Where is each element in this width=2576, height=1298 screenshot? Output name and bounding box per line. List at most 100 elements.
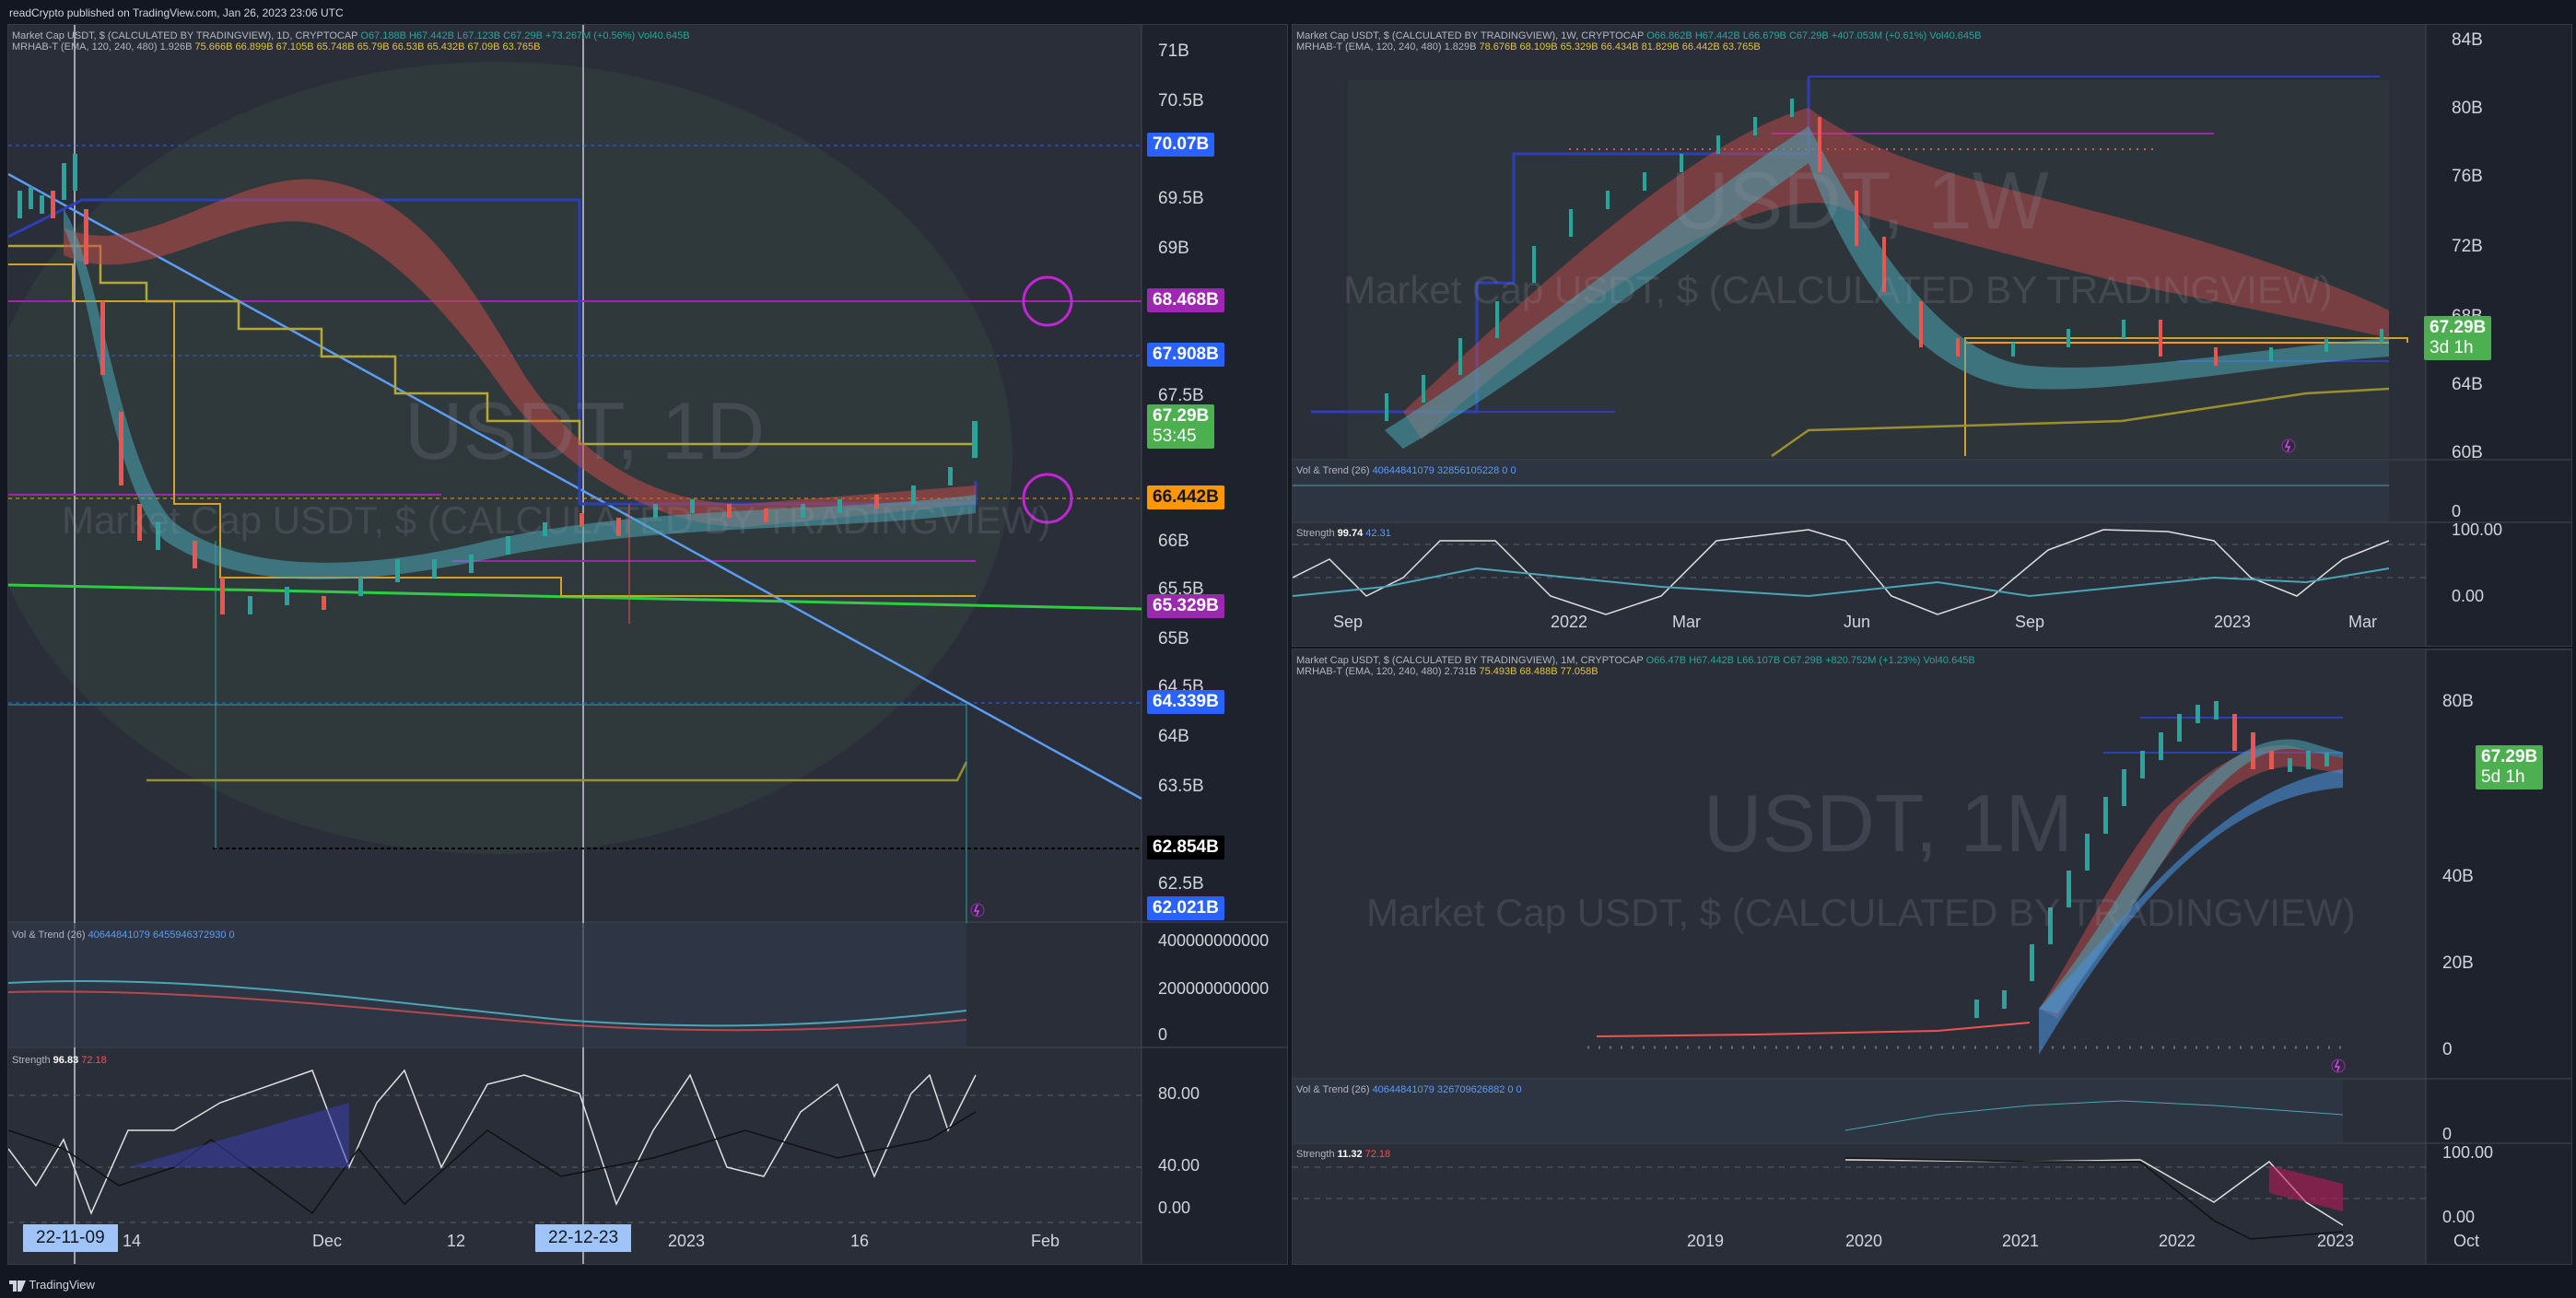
bar-countdown: 5d 1h xyxy=(2481,767,2525,787)
time-tick: 2022 xyxy=(1551,613,1588,631)
time-tick: 16 xyxy=(850,1232,870,1250)
last-price-tag: 67.29B 3d 1h xyxy=(2424,316,2492,360)
volume-tick: 0 xyxy=(2452,502,2462,520)
strength-value-2: 72.18 xyxy=(81,1055,107,1066)
strength-legend: Strength 99.74 42.31 xyxy=(1296,528,1391,539)
footer: TradingView xyxy=(0,1269,2576,1298)
strength-value: 11.32 xyxy=(1337,1149,1363,1160)
time-tick: Sep xyxy=(1333,613,1364,631)
legend-indicator: MRHAB-T (EMA, 120, 240, 480) 1.926B xyxy=(12,41,193,53)
legend-symbol: Market Cap USDT, $ (CALCULATED BY TRADIN… xyxy=(1296,30,1645,41)
time-tick: 2023 xyxy=(2317,1232,2355,1250)
price-tick: 64B xyxy=(2452,375,2483,394)
volume-title: Vol & Trend (26) xyxy=(12,930,86,941)
publish-header: readCrypto published on TradingView.com,… xyxy=(0,0,2576,24)
strength-tick: 0.00 xyxy=(1158,1199,1191,1217)
price-tag: 68.468B xyxy=(1147,288,1224,312)
last-price: 67.29B xyxy=(1153,406,1210,426)
strength-value-2: 72.18 xyxy=(1364,1149,1391,1160)
price-tick: 63.5B xyxy=(1158,777,1204,796)
last-price-tag: 67.29B 53:45 xyxy=(1147,404,1215,449)
legend-symbol: Market Cap USDT, $ (CALCULATED BY TRADIN… xyxy=(1296,655,1644,666)
strength-title: Strength xyxy=(1296,1149,1335,1160)
price-tick: 62.5B xyxy=(1158,874,1204,894)
time-tick: Jun xyxy=(1844,613,1871,631)
legend-indicator-values: 78.676B 68.109B 65.329B 66.434B 81.829B … xyxy=(1479,41,1761,53)
bar-countdown: 3d 1h xyxy=(2430,338,2474,357)
legend-indicator: MRHAB-T (EMA, 120, 240, 480) 2.731B xyxy=(1296,666,1477,677)
cursor-date-1: 22-11-09 xyxy=(23,1224,118,1252)
strength-tick: 80.00 xyxy=(1158,1084,1200,1103)
tradingview-logo-icon[interactable]: TradingView xyxy=(9,1278,95,1292)
volume-tick: 0 xyxy=(2442,1125,2453,1143)
strength-tick: 100.00 xyxy=(2452,520,2503,539)
price-tick: 71B xyxy=(1158,41,1189,61)
price-tick: 80B xyxy=(2442,692,2474,711)
legend-indicator: MRHAB-T (EMA, 120, 240, 480) 1.829B xyxy=(1296,41,1477,53)
price-tick: 76B xyxy=(2452,167,2483,186)
price-tick: 66B xyxy=(1158,532,1189,551)
price-tick: 80B xyxy=(2452,99,2483,118)
strength-title: Strength xyxy=(12,1055,51,1066)
legend-ohlc: O67.188B H67.442B L67.123B C67.29B +73.2… xyxy=(360,30,690,41)
chart-panel-weekly[interactable]: Market Cap USDT, $ (CALCULATED BY TRADIN… xyxy=(1292,24,2572,647)
legend-indicator-values: 75.493B 68.488B 77.058B xyxy=(1479,666,1598,677)
time-tick: 2022 xyxy=(2159,1232,2196,1250)
weekly-chart-canvas[interactable] xyxy=(1293,25,2571,646)
volume-tick: 0 xyxy=(1158,1025,1168,1044)
price-tag: 66.442B xyxy=(1147,485,1224,509)
chart-panel-monthly[interactable]: Market Cap USDT, $ (CALCULATED BY TRADIN… xyxy=(1292,649,2572,1265)
volume-title: Vol & Trend (26) xyxy=(1296,1084,1370,1095)
price-tick: 69B xyxy=(1158,239,1189,258)
lightning-icon[interactable] xyxy=(2331,1058,2346,1073)
strength-value: 96.83 xyxy=(53,1055,79,1066)
time-tick: 2021 xyxy=(2002,1232,2040,1250)
strength-tick: 40.00 xyxy=(1158,1156,1200,1175)
time-tick: 14 xyxy=(123,1232,142,1250)
strength-value: 99.74 xyxy=(1337,528,1364,539)
price-tag: 70.07B xyxy=(1147,133,1215,157)
publish-caption: readCrypto published on TradingView.com,… xyxy=(9,6,344,19)
price-tick: 64B xyxy=(1158,727,1189,746)
price-tick: 60B xyxy=(2452,443,2483,462)
bar-countdown: 53:45 xyxy=(1153,427,1197,446)
time-tick: 2023 xyxy=(2214,613,2252,631)
volume-legend: Vol & Trend (26) 40644841079 32856105228… xyxy=(1296,465,1516,476)
daily-legend: Market Cap USDT, $ (CALCULATED BY TRADIN… xyxy=(12,30,690,53)
last-price-tag: 67.29B 5d 1h xyxy=(2476,745,2544,789)
volume-legend: Vol & Trend (26) 40644841079 64559463729… xyxy=(12,930,235,941)
daily-chart-canvas[interactable] xyxy=(8,25,1287,1264)
volume-tick: 200000000000 xyxy=(1158,979,1270,998)
strength-tick: 100.00 xyxy=(2442,1143,2494,1162)
price-tick: 69.5B xyxy=(1158,189,1204,208)
price-tag: 62.854B xyxy=(1147,836,1224,859)
monthly-chart-canvas[interactable] xyxy=(1293,649,2571,1264)
price-tick: 67.5B xyxy=(1158,386,1204,405)
price-tick: 40B xyxy=(2442,867,2474,886)
cursor-date-2: 22-12-23 xyxy=(535,1224,632,1252)
volume-legend: Vol & Trend (26) 40644841079 32670962688… xyxy=(1296,1084,1522,1095)
time-tick: Oct xyxy=(2453,1232,2480,1250)
time-tick: 2019 xyxy=(1687,1232,1725,1250)
strength-title: Strength xyxy=(1296,528,1335,539)
time-tick: Sep xyxy=(2015,613,2045,631)
lightning-icon[interactable] xyxy=(970,903,985,918)
time-tick: Feb xyxy=(1031,1232,1060,1250)
strength-tick: 0.00 xyxy=(2442,1208,2476,1226)
time-tick: Mar xyxy=(1672,613,1701,631)
monthly-legend: Market Cap USDT, $ (CALCULATED BY TRADIN… xyxy=(1296,655,1975,677)
legend-ohlc: O66.862B H67.442B L66.679B C67.29B +407.… xyxy=(1646,30,1982,41)
price-tag: 67.908B xyxy=(1147,343,1224,367)
legend-symbol: Market Cap USDT, $ (CALCULATED BY TRADIN… xyxy=(12,30,358,41)
price-tag: 64.339B xyxy=(1147,690,1224,714)
legend-ohlc: O66.47B H67.442B L66.107B C67.29B +820.7… xyxy=(1645,655,1975,666)
chart-panel-daily[interactable]: Market Cap USDT, $ (CALCULATED BY TRADIN… xyxy=(7,24,1288,1265)
price-tick: 20B xyxy=(2442,953,2474,973)
time-tick: Mar xyxy=(2348,613,2377,631)
volume-title: Vol & Trend (26) xyxy=(1296,465,1370,476)
price-tick: 70.5B xyxy=(1158,91,1204,111)
lightning-icon[interactable] xyxy=(2281,439,2296,453)
price-tag: 65.329B xyxy=(1147,594,1224,618)
last-price: 67.29B xyxy=(2430,318,2487,337)
strength-legend: Strength 11.32 72.18 xyxy=(1296,1149,1390,1160)
